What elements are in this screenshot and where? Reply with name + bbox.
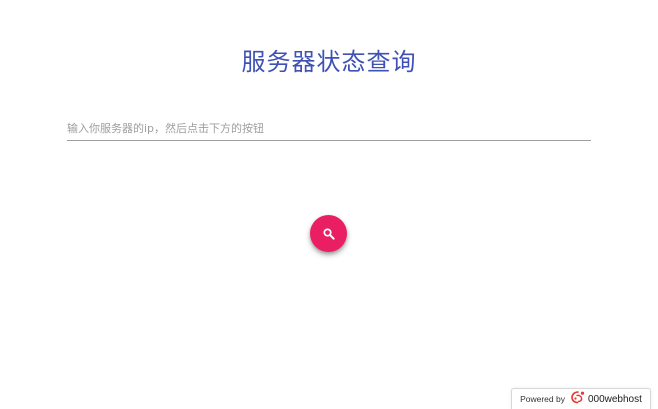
- page: 服务器状态查询 Powered by 000webhost: [0, 0, 658, 409]
- server-ip-input[interactable]: [67, 116, 591, 141]
- 000webhost-logo-icon: [570, 390, 586, 409]
- search-field: [67, 116, 591, 142]
- powered-by-label: Powered by: [520, 394, 565, 404]
- brand-name: 000webhost: [587, 393, 642, 405]
- search-icon: [322, 227, 336, 241]
- search-button[interactable]: [310, 215, 347, 252]
- powered-by-badge[interactable]: Powered by 000webhost: [511, 388, 651, 409]
- page-title: 服务器状态查询: [241, 48, 417, 76]
